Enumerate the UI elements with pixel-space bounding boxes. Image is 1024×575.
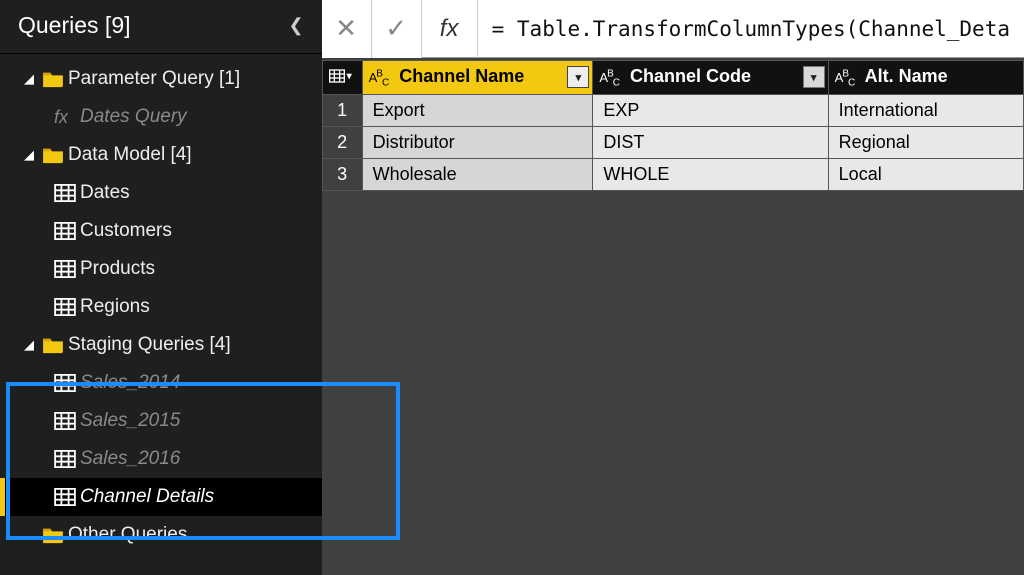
- row-number[interactable]: 1: [322, 95, 362, 127]
- folder-icon: [42, 70, 68, 88]
- query-label: Dates Query: [80, 106, 187, 128]
- query-label: Sales_2016: [80, 448, 180, 470]
- formula-input[interactable]: = Table.TransformColumnTypes(Channel_Det…: [478, 17, 1024, 41]
- query-dates[interactable]: Dates: [0, 174, 322, 212]
- queries-sidebar: Queries [9] ❮ ◢ Parameter Query [1] fx D…: [0, 0, 322, 575]
- row-number[interactable]: 2: [322, 127, 362, 159]
- query-label: Customers: [80, 220, 172, 242]
- table-icon: [54, 374, 80, 392]
- query-sales-2016[interactable]: Sales_2016: [0, 440, 322, 478]
- cell[interactable]: Regional: [828, 127, 1023, 159]
- table-icon: [54, 412, 80, 430]
- folder-parameter-query[interactable]: ◢ Parameter Query [1]: [0, 60, 322, 98]
- query-dates-query[interactable]: fx Dates Query: [0, 98, 322, 136]
- folder-data-model[interactable]: ◢ Data Model [4]: [0, 136, 322, 174]
- query-label: Sales_2015: [80, 410, 180, 432]
- query-label: Regions: [80, 296, 150, 318]
- table-icon: [54, 184, 80, 202]
- table-icon: [54, 260, 80, 278]
- formula-bar: ✕ ✓ fx = Table.TransformColumnTypes(Chan…: [322, 0, 1024, 58]
- query-sales-2014[interactable]: Sales_2014: [0, 364, 322, 402]
- query-label: Channel Details: [80, 486, 214, 508]
- editor-content: ✕ ✓ fx = Table.TransformColumnTypes(Chan…: [322, 0, 1024, 575]
- table-row[interactable]: 2 Distributor DIST Regional: [322, 127, 1023, 159]
- cell[interactable]: Wholesale: [362, 159, 593, 191]
- type-icon: ABC: [599, 70, 619, 85]
- sidebar-header: Queries [9] ❮: [0, 0, 322, 54]
- folder-other-queries[interactable]: ◢ Other Queries: [0, 516, 322, 554]
- folder-label: Parameter Query [1]: [68, 68, 240, 90]
- folder-icon: [42, 526, 68, 544]
- folder-staging-queries[interactable]: ◢ Staging Queries [4]: [0, 326, 322, 364]
- folder-label: Staging Queries [4]: [68, 334, 231, 356]
- folder-label: Data Model [4]: [68, 144, 192, 166]
- filter-button[interactable]: ▾: [803, 66, 825, 88]
- table-row[interactable]: 1 Export EXP International: [322, 95, 1023, 127]
- query-label: Sales_2014: [80, 372, 180, 394]
- query-label: Products: [80, 258, 155, 280]
- caret-icon: ◢: [24, 337, 42, 353]
- caret-icon: ◢: [24, 71, 42, 87]
- query-channel-details[interactable]: Channel Details: [0, 478, 322, 516]
- column-label: Alt. Name: [865, 66, 948, 86]
- data-grid: ▾ ABC Channel Name ▾ ABC Channel Code ▾ …: [322, 60, 1024, 191]
- grid-corner[interactable]: ▾: [322, 61, 362, 95]
- table-row[interactable]: 3 Wholesale WHOLE Local: [322, 159, 1023, 191]
- query-label: Dates: [80, 182, 130, 204]
- column-header-alt-name[interactable]: ABC Alt. Name: [828, 61, 1023, 95]
- commit-button[interactable]: ✓: [372, 0, 422, 58]
- queries-tree: ◢ Parameter Query [1] fx Dates Query ◢ D…: [0, 54, 322, 554]
- cell[interactable]: Export: [362, 95, 593, 127]
- type-icon: ABC: [835, 70, 855, 85]
- folder-label: Other Queries: [68, 524, 187, 546]
- table-icon: [54, 488, 80, 506]
- cancel-button[interactable]: ✕: [322, 0, 372, 58]
- column-label: Channel Name: [399, 66, 524, 86]
- type-icon: ABC: [369, 70, 389, 85]
- query-regions[interactable]: Regions: [0, 288, 322, 326]
- table-icon: [54, 222, 80, 240]
- column-label: Channel Code: [630, 66, 751, 86]
- column-header-channel-name[interactable]: ABC Channel Name ▾: [362, 61, 593, 95]
- cell[interactable]: DIST: [593, 127, 828, 159]
- caret-icon: ◢: [24, 147, 42, 163]
- collapse-icon[interactable]: ❮: [289, 15, 304, 36]
- cell[interactable]: International: [828, 95, 1023, 127]
- cell[interactable]: EXP: [593, 95, 828, 127]
- query-products[interactable]: Products: [0, 250, 322, 288]
- cell[interactable]: Distributor: [362, 127, 593, 159]
- table-icon: [54, 298, 80, 316]
- table-icon: [54, 450, 80, 468]
- column-header-channel-code[interactable]: ABC Channel Code ▾: [593, 61, 828, 95]
- sidebar-title: Queries [9]: [18, 12, 131, 39]
- fx-icon: fx: [54, 107, 80, 128]
- query-sales-2015[interactable]: Sales_2015: [0, 402, 322, 440]
- cell[interactable]: Local: [828, 159, 1023, 191]
- cell[interactable]: WHOLE: [593, 159, 828, 191]
- fx-icon[interactable]: fx: [422, 0, 478, 58]
- query-customers[interactable]: Customers: [0, 212, 322, 250]
- filter-button[interactable]: ▾: [567, 66, 589, 88]
- table-icon: ▾: [329, 69, 352, 83]
- row-number[interactable]: 3: [322, 159, 362, 191]
- folder-icon: [42, 336, 68, 354]
- folder-icon: [42, 146, 68, 164]
